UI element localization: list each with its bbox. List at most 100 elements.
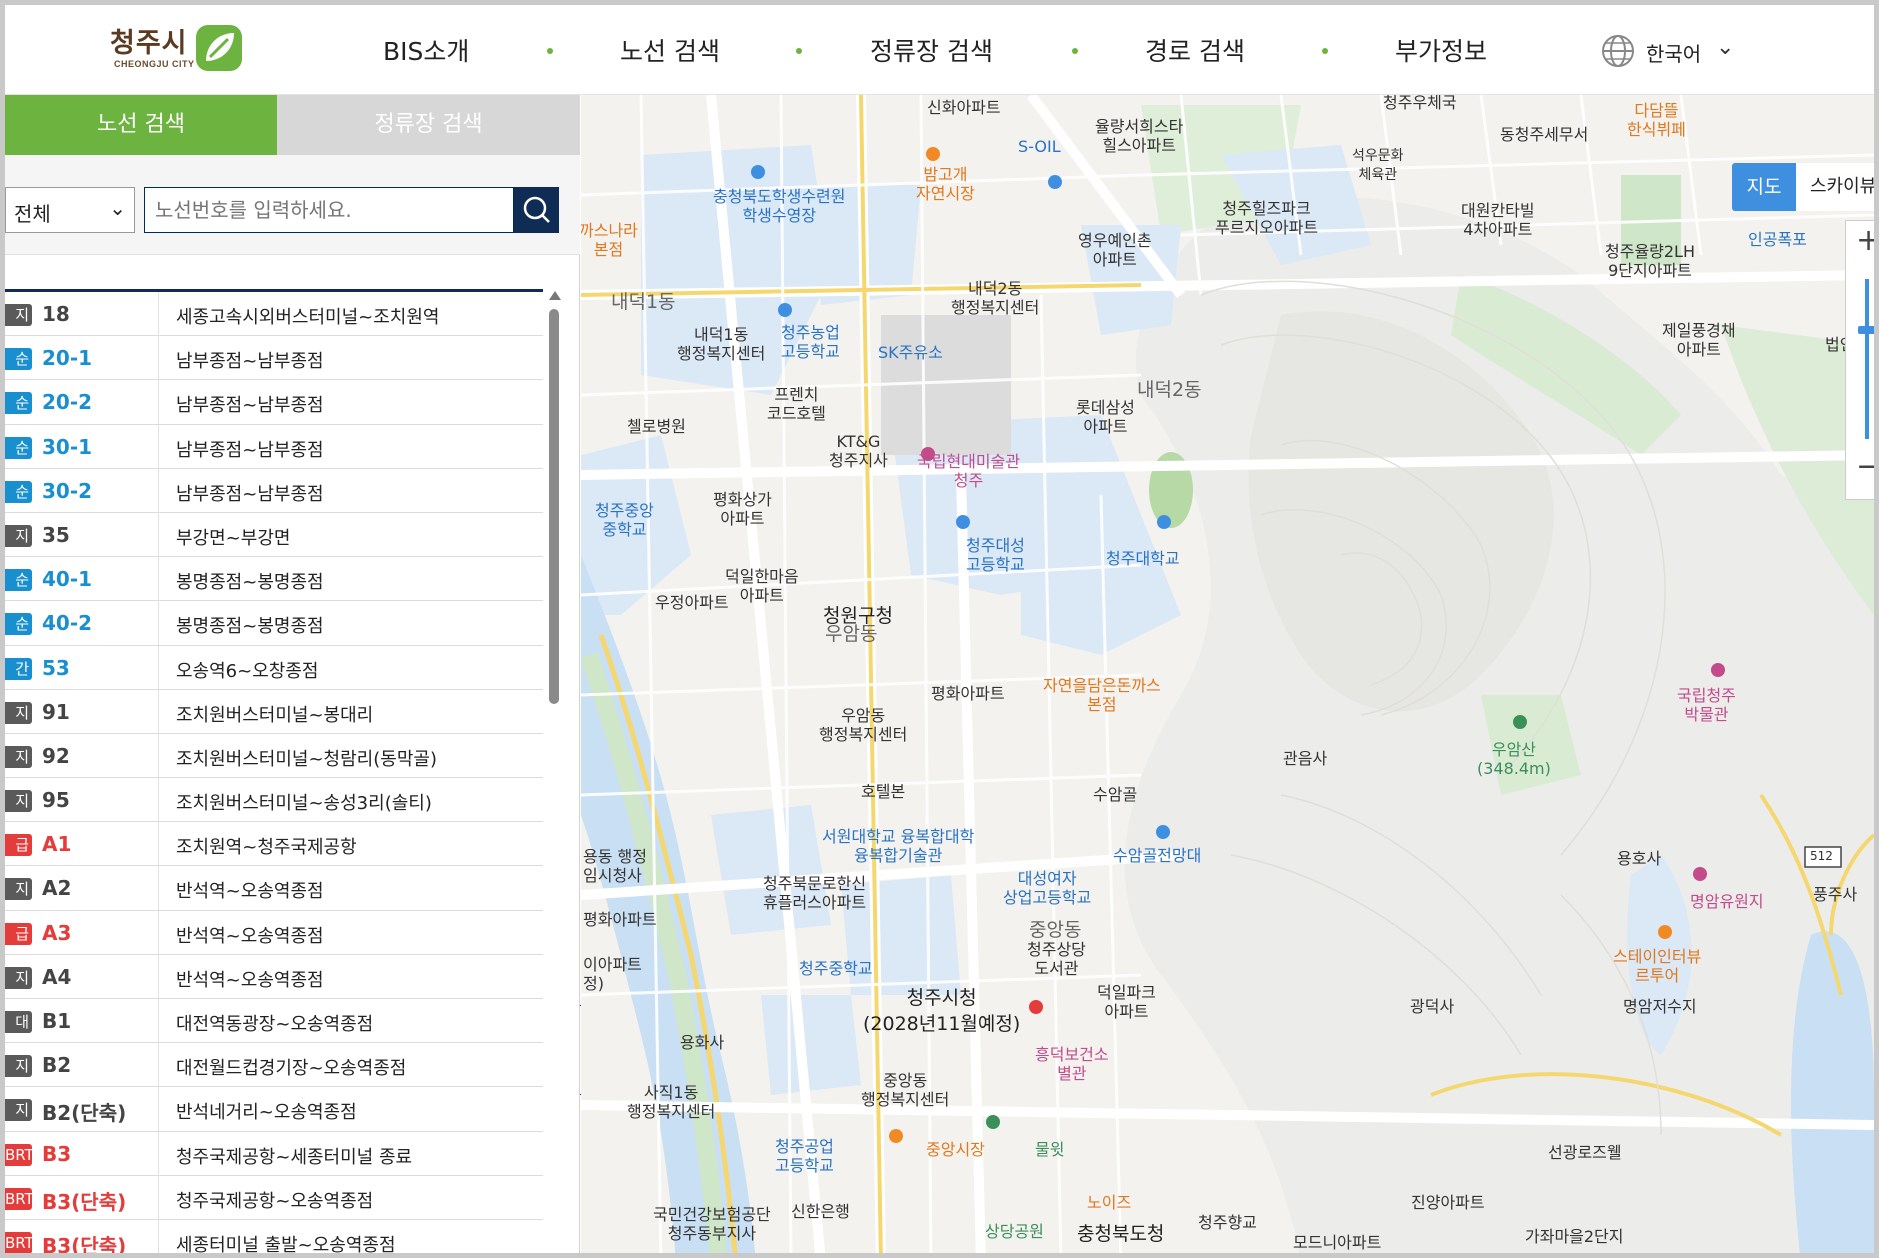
map-label[interactable]: 인공폭포	[1748, 230, 1807, 249]
map-label[interactable]: SK주유소	[878, 343, 943, 362]
map-label[interactable]: 청주대학교	[1106, 549, 1180, 568]
map-label[interactable]: 청주중앙 중학교	[595, 501, 654, 539]
map-label[interactable]: S-OIL	[1018, 137, 1061, 156]
map-label[interactable]: 청주율량2LH 9단지아파트	[1605, 242, 1695, 280]
route-row[interactable]: 지종 35 부강면~부강면	[5, 512, 543, 558]
map-label[interactable]: 자연을담은돈까스 본점	[1043, 676, 1161, 714]
route-row[interactable]: 순환 20-2 남부종점~남부종점	[5, 380, 543, 425]
map-label[interactable]: 청주향교	[1198, 1213, 1257, 1232]
map-label[interactable]: 덕일한마음 아파트	[725, 567, 799, 605]
tab-stop-search[interactable]: 정류장 검색	[277, 95, 580, 155]
scroll-thumb[interactable]	[549, 309, 559, 704]
nav-extra-info[interactable]: 부가정보	[1395, 32, 1487, 68]
map-label[interactable]: 평화아파트	[583, 910, 657, 929]
route-description[interactable]: 조치원버스터미널~청람리(동막골)	[176, 745, 437, 771]
map-label[interactable]: 대성여자 상업고등학교	[1003, 869, 1091, 907]
map-label[interactable]: 청주시청 (2028년11월예정)	[863, 985, 1020, 1037]
poi-marker-icon[interactable]	[1711, 663, 1725, 677]
map-label[interactable]: 청주우체국	[1383, 95, 1457, 112]
language-selector[interactable]: 한국어 ⌄	[1600, 33, 1740, 67]
map-label[interactable]: 중앙동 행정복지센터	[861, 1071, 949, 1109]
map-label[interactable]: 충청북도학생수련원 학생수영장	[713, 187, 845, 225]
map-label[interactable]: 호텔본	[861, 782, 905, 801]
route-row[interactable]: 지종 B2 대전월드컵경기장~오송역종점	[5, 1043, 543, 1088]
map-label[interactable]: 청주중학교	[799, 959, 873, 978]
route-row[interactable]: BRT B3(단축) 세종터미널 출발~오송역종점	[5, 1219, 543, 1253]
route-number[interactable]: A1	[42, 832, 71, 856]
nav-stop-search[interactable]: 정류장 검색	[870, 32, 993, 68]
route-description[interactable]: 조치원역~청주국제공항	[176, 833, 357, 859]
route-row[interactable]: 순환 30-1 남부종점~남부종점	[5, 424, 543, 469]
route-number[interactable]: A2	[42, 876, 71, 900]
map-label[interactable]: 내덕2동	[1137, 381, 1202, 400]
map-label[interactable]: 평화상가 아파트	[713, 490, 772, 528]
map-label[interactable]: 이아파트 정)	[583, 955, 642, 993]
route-row[interactable]: 지종 A4 반석역~오송역종점	[5, 954, 543, 999]
map-label[interactable]: 우정아파트	[655, 593, 729, 612]
map-label[interactable]: 용동 행정 임시청사	[583, 847, 647, 885]
route-row[interactable]: 지종 95 조치원버스터미널~송성3리(솔티)	[5, 778, 543, 823]
poi-marker-icon[interactable]	[1029, 1000, 1043, 1014]
map-label[interactable]: 노이즈	[1087, 1193, 1131, 1212]
poi-marker-icon[interactable]	[889, 1129, 903, 1143]
route-row[interactable]: 순환 30-2 남부종점~남부종점	[5, 468, 543, 513]
map-label[interactable]: 물윗	[1035, 1140, 1064, 1159]
map-label[interactable]: 동청주세무서	[1500, 125, 1588, 144]
map-label[interactable]: 서원대학교 융복합대학 융복합기술관	[822, 827, 974, 865]
map-label[interactable]: 덕일파크 아파트	[1097, 983, 1156, 1021]
route-description[interactable]: 반석네거리~오송역종점	[176, 1098, 357, 1124]
route-row[interactable]: 지종 91 조치원버스터미널~봉대리	[5, 689, 543, 734]
route-number[interactable]: 20-1	[42, 346, 92, 370]
route-number[interactable]: 20-2	[42, 390, 92, 414]
map-label[interactable]: 까스나라 본점	[581, 221, 638, 259]
route-number[interactable]: B2	[42, 1053, 71, 1077]
route-row[interactable]: BRT B3(단축) 청주국제공항~오송역종점	[5, 1175, 543, 1220]
route-number[interactable]: B1	[42, 1009, 71, 1033]
route-row[interactable]: 간선 53 오송역6~오창종점	[5, 645, 543, 690]
map-label[interactable]: 모드니아파트	[1293, 1233, 1381, 1252]
map-label[interactable]: 진양아파트	[1411, 1193, 1485, 1212]
map-label[interactable]: 제일풍경채 아파트	[1662, 321, 1736, 359]
map-label[interactable]: 대원칸타빌 4차아파트	[1461, 201, 1535, 239]
route-number-input[interactable]	[144, 187, 514, 233]
map-label[interactable]: 내덕1동	[611, 293, 676, 312]
map-label[interactable]: 용화사	[680, 1033, 724, 1052]
poi-marker-icon[interactable]	[1048, 175, 1062, 189]
route-list-scrollbar[interactable]	[546, 289, 562, 1253]
poi-marker-icon[interactable]	[921, 447, 935, 461]
route-description[interactable]: 남부종점~남부종점	[176, 391, 324, 417]
route-number[interactable]: A4	[42, 965, 71, 989]
route-number[interactable]: 40-2	[42, 611, 92, 635]
zoom-handle[interactable]	[1858, 326, 1874, 334]
map-label[interactable]: 청주대성 고등학교	[966, 536, 1025, 574]
route-row[interactable]: BRT B3 청주국제공항~세종터미널 종료	[5, 1131, 543, 1176]
zoom-track[interactable]	[1865, 279, 1869, 439]
route-description[interactable]: 남부종점~남부종점	[176, 347, 324, 373]
map-label[interactable]: 내덕1동 행정복지센터	[677, 325, 765, 363]
route-row[interactable]: 순환 40-2 봉명종점~봉명종점	[5, 601, 543, 646]
map-label[interactable]: 우암동	[825, 625, 877, 644]
route-number[interactable]: 30-2	[42, 479, 92, 503]
route-number[interactable]: B3	[42, 1142, 71, 1166]
map-label[interactable]: 영우예인촌 아파트	[1078, 231, 1152, 269]
map-label[interactable]: 충청북도청	[1077, 1225, 1164, 1244]
map-view[interactable]: 신화아파트 S-OIL 율량서희스타 힐스아파트 청주우체국 동청주세무서 다담…	[581, 95, 1874, 1253]
route-number[interactable]: 30-1	[42, 435, 92, 459]
route-description[interactable]: 대전역동광장~오송역종점	[176, 1010, 373, 1036]
map-label[interactable]: 청주상당 도서관	[1027, 940, 1086, 978]
route-number[interactable]: 95	[42, 788, 70, 812]
map-label[interactable]: 관음사	[1283, 749, 1327, 768]
route-description[interactable]: 조치원버스터미널~봉대리	[176, 701, 373, 727]
nav-bis-intro[interactable]: BIS소개	[383, 32, 469, 68]
search-button[interactable]	[514, 187, 559, 233]
map-view-button[interactable]: 지도	[1732, 163, 1796, 211]
map-label[interactable]: 중앙동	[1029, 921, 1081, 940]
map-label[interactable]: KT&G 청주지사	[829, 432, 888, 470]
nav-path-search[interactable]: 경로 검색	[1145, 32, 1245, 68]
route-description[interactable]: 반석역~오송역종점	[176, 966, 324, 992]
route-description[interactable]: 반석역~오송역종점	[176, 922, 324, 948]
map-label[interactable]: 신한은행	[791, 1202, 850, 1221]
map-label[interactable]: 명암유원지	[1690, 892, 1764, 911]
map-label[interactable]: 가좌마을2단지	[1525, 1227, 1624, 1246]
map-label[interactable]: 스테이인터뷰 르투어	[1613, 947, 1701, 985]
